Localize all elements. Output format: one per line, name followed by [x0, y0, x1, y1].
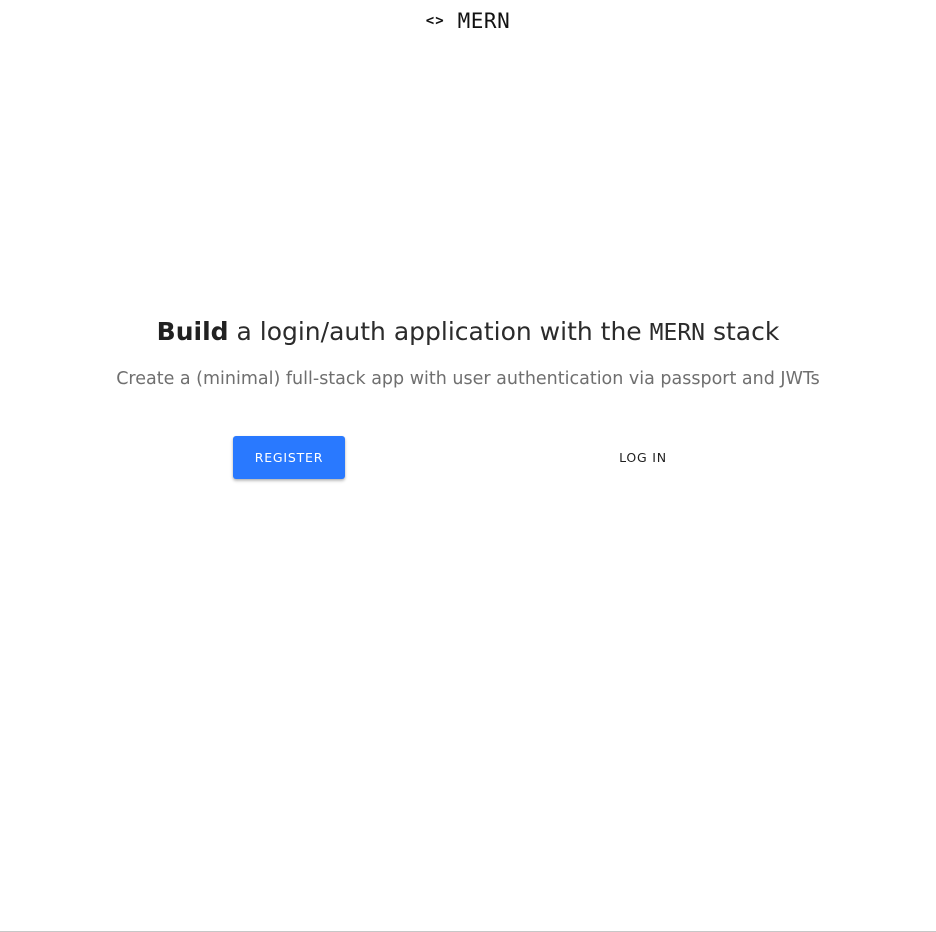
headline-bold: Build: [156, 317, 229, 346]
register-button[interactable]: REGISTER: [233, 436, 345, 479]
navbar: <> MERN: [0, 0, 936, 42]
code-icon: <>: [425, 13, 445, 29]
auth-actions: REGISTER LOG IN: [0, 436, 936, 479]
headline-middle: a login/auth application with the: [228, 317, 650, 346]
headline-end: stack: [705, 317, 780, 346]
login-button[interactable]: LOG IN: [587, 436, 699, 479]
headline-stack-name: MERN: [649, 320, 706, 346]
hero-section: Build a login/auth application with the …: [0, 312, 936, 393]
landing-page: <> MERN Build a login/auth application w…: [0, 0, 936, 932]
hero-subtitle: Create a (minimal) full-stack app with u…: [116, 369, 820, 389]
hero-headline: Build a login/auth application with the …: [0, 312, 936, 353]
brand-name: MERN: [457, 9, 511, 33]
brand-link[interactable]: <> MERN: [426, 9, 510, 33]
